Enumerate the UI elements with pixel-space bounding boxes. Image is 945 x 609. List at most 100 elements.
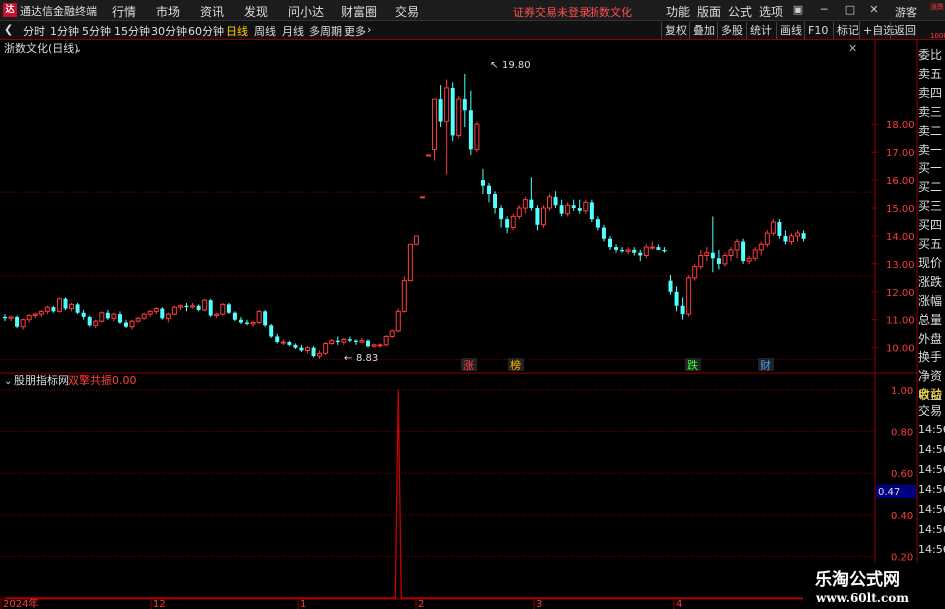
candle[interactable] (38, 309, 44, 317)
candle[interactable] (419, 196, 425, 199)
candle[interactable] (510, 213, 516, 231)
candle[interactable] (595, 216, 600, 231)
candle[interactable] (208, 298, 213, 317)
candle[interactable] (559, 199, 564, 217)
candle[interactable] (505, 216, 510, 234)
candle[interactable] (160, 307, 165, 320)
candle[interactable] (480, 168, 485, 195)
candle[interactable] (305, 346, 310, 354)
candle[interactable] (698, 249, 704, 270)
candle[interactable] (529, 177, 534, 211)
kline-chart[interactable]: 18.0017.0016.0015.0014.0013.0012.0011.00… (0, 40, 945, 609)
side-item[interactable]: 委比 (918, 47, 945, 64)
candle[interactable] (135, 316, 141, 323)
candle[interactable] (716, 249, 721, 270)
candle[interactable] (153, 307, 159, 315)
candle[interactable] (474, 121, 480, 153)
candle[interactable] (395, 308, 401, 333)
candle[interactable] (105, 309, 110, 320)
candle[interactable] (692, 263, 698, 281)
candle[interactable] (81, 309, 86, 320)
candle[interactable] (656, 244, 661, 250)
candle[interactable] (202, 298, 208, 312)
candle[interactable] (571, 199, 576, 211)
candle[interactable] (371, 343, 377, 348)
auto-trade-label[interactable]: 自动 (918, 386, 945, 403)
restore-rights-button[interactable]: 复权 (661, 22, 690, 39)
candle[interactable] (220, 302, 226, 316)
period-monthly[interactable]: 月线 (282, 23, 304, 39)
candle[interactable] (432, 98, 438, 161)
candle[interactable] (438, 85, 443, 128)
close-icon[interactable]: ✕ (864, 2, 884, 18)
candle[interactable] (608, 235, 612, 250)
candle[interactable] (214, 312, 220, 319)
candle[interactable] (347, 336, 352, 343)
back-button[interactable]: 返回 (890, 22, 919, 39)
candle[interactable] (141, 312, 147, 320)
candle[interactable] (704, 247, 710, 262)
side-item[interactable]: 总量 (918, 312, 945, 329)
candle[interactable] (99, 311, 105, 323)
period-more[interactable]: 更多 (344, 23, 366, 39)
candle[interactable] (111, 312, 117, 322)
event-ranking[interactable]: 榜 (510, 358, 521, 372)
side-item[interactable]: 买五 (918, 236, 945, 253)
candle[interactable] (256, 309, 262, 324)
candle[interactable] (335, 336, 340, 345)
candle[interactable] (245, 319, 249, 326)
draw-line-button[interactable]: 画线 (776, 22, 805, 39)
candle[interactable] (63, 297, 68, 310)
candle[interactable] (93, 319, 99, 329)
candle[interactable] (269, 323, 274, 338)
side-item[interactable]: 买四 (918, 217, 945, 234)
candle[interactable] (686, 275, 692, 317)
candle[interactable] (777, 219, 782, 239)
side-item[interactable]: 净资 (918, 368, 945, 385)
menu-wealth[interactable]: 财富圈 (341, 3, 377, 20)
candle[interactable] (401, 276, 407, 313)
candle[interactable] (75, 302, 80, 315)
menu-function[interactable]: 功能 (666, 3, 690, 20)
side-item[interactable]: 卖二 (918, 123, 945, 140)
candle[interactable] (275, 333, 280, 344)
candle[interactable] (789, 233, 794, 245)
period-multi[interactable]: 多周期 (309, 23, 342, 39)
candle[interactable] (547, 194, 552, 211)
side-item[interactable]: 买二 (918, 179, 945, 196)
candle[interactable] (117, 311, 122, 324)
candle[interactable] (69, 302, 75, 312)
candle[interactable] (801, 230, 806, 242)
candle[interactable] (26, 314, 32, 323)
period-weekly[interactable]: 周线 (254, 23, 276, 39)
candle[interactable] (413, 235, 419, 245)
statistics-button[interactable]: 统计 (746, 22, 775, 39)
candle[interactable] (522, 196, 528, 214)
candle[interactable] (196, 304, 201, 312)
candle[interactable] (456, 96, 462, 139)
candle[interactable] (741, 238, 746, 264)
candle[interactable] (734, 238, 740, 259)
candle[interactable] (589, 199, 594, 222)
close-panel-icon[interactable]: ✕ (848, 42, 857, 55)
skin-icon[interactable]: ▣ (788, 2, 808, 18)
side-item[interactable]: 涨跌 (918, 274, 945, 291)
candle[interactable] (770, 219, 776, 236)
event-finance[interactable]: 财 (760, 358, 771, 372)
candle[interactable] (426, 154, 431, 157)
multi-stock-button[interactable]: 多股 (717, 22, 746, 39)
mark-button[interactable]: 标记 (833, 22, 862, 39)
candle[interactable] (450, 82, 455, 141)
candle[interactable] (3, 314, 7, 322)
candle[interactable] (649, 241, 655, 250)
candle[interactable] (674, 286, 679, 312)
side-item[interactable]: 卖一 (918, 142, 945, 159)
candle[interactable] (280, 339, 286, 345)
candle[interactable] (147, 309, 153, 317)
candle[interactable] (620, 247, 625, 253)
candle[interactable] (232, 311, 237, 322)
side-item[interactable]: 卖五 (918, 66, 945, 83)
back-arrow-icon[interactable]: ❮ (4, 23, 13, 36)
menu-trade[interactable]: 交易 (395, 3, 419, 20)
period-5min[interactable]: 5分钟 (82, 23, 111, 39)
